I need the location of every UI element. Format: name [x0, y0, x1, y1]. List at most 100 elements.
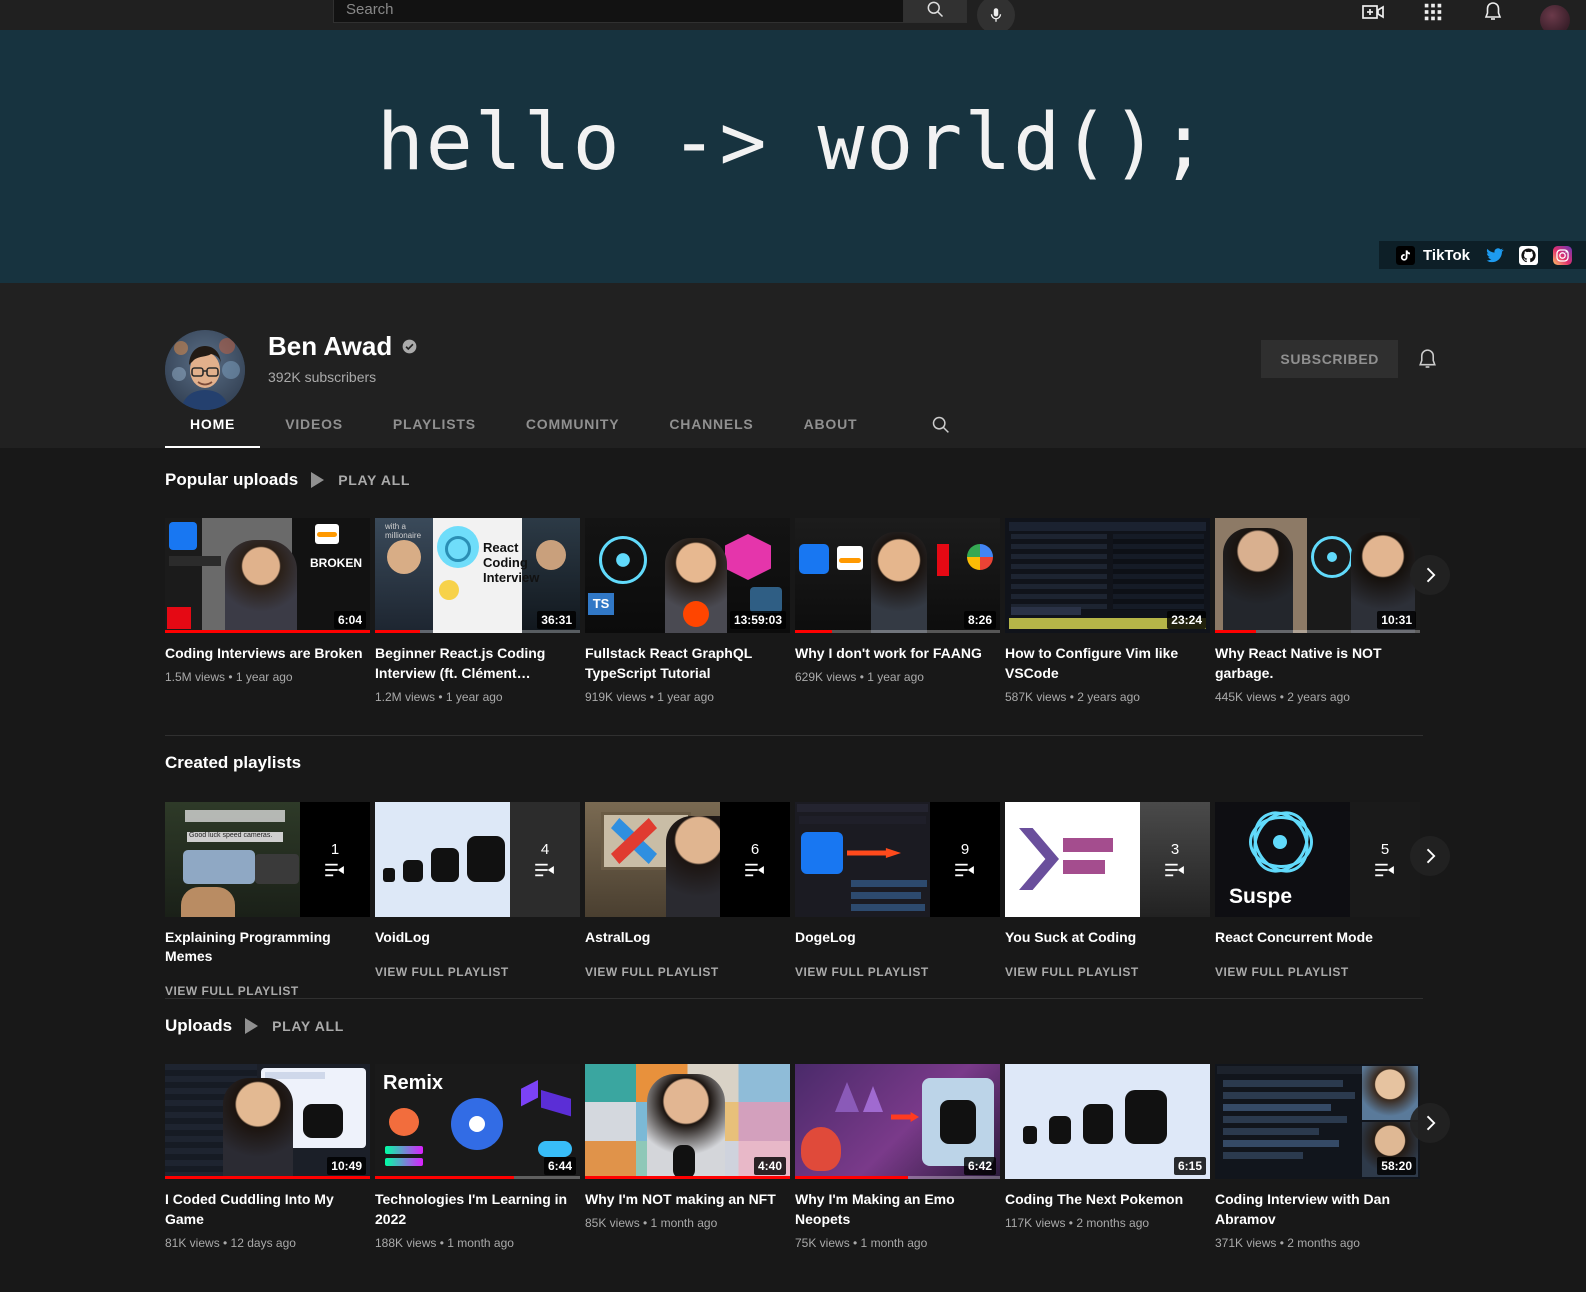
scroll-next-uploads-button[interactable]: [1410, 1103, 1450, 1143]
notifications-button[interactable]: [1480, 0, 1506, 25]
apps-grid-button[interactable]: [1420, 0, 1446, 25]
mic-icon: [990, 8, 1002, 22]
tab-playlists[interactable]: PLAYLISTS: [368, 400, 501, 448]
view-full-playlist-link[interactable]: VIEW FULL PLAYLIST: [1005, 965, 1210, 979]
video-card[interactable]: 10:49 I Coded Cuddling Into My Game 81K …: [165, 1064, 370, 1252]
view-full-playlist-link[interactable]: VIEW FULL PLAYLIST: [165, 984, 370, 998]
video-thumbnail[interactable]: 6:42: [795, 1064, 1000, 1179]
video-card[interactable]: Remix 6:44 Technologies I'm Learning in …: [375, 1064, 580, 1252]
top-bar: [0, 0, 1586, 35]
video-card[interactable]: React Coding Interview with a millionaire 3…: [375, 518, 580, 706]
tiktok-icon: [1395, 245, 1415, 265]
video-duration: 58:20: [1377, 1157, 1416, 1175]
video-thumbnail[interactable]: 10:31: [1215, 518, 1420, 633]
scroll-next-playlists-button[interactable]: [1410, 836, 1450, 876]
video-thumbnail[interactable]: TS 13:59:03: [585, 518, 790, 633]
video-thumbnail[interactable]: Remix 6:44: [375, 1064, 580, 1179]
playlist-card[interactable]: 9 DogeLog VIEW FULL PLAYLIST: [795, 802, 1000, 998]
bell-icon: [1418, 348, 1436, 368]
video-title: Why I'm Making an Emo Neopets: [795, 1191, 955, 1227]
playlist-count-overlay: 6: [720, 802, 790, 917]
video-thumbnail[interactable]: 10:49: [165, 1064, 370, 1179]
tab-community[interactable]: COMMUNITY: [501, 400, 645, 448]
video-card[interactable]: 6:42 Why I'm Making an Emo Neopets 75K v…: [795, 1064, 1000, 1252]
voice-search-button[interactable]: [977, 0, 1015, 34]
social-link-github[interactable]: [1518, 245, 1538, 265]
playlist-card[interactable]: Suspe 5 React Concurrent Mode VIEW FULL …: [1215, 802, 1420, 998]
video-card[interactable]: 58:20 Coding Interview with Dan Abramov …: [1215, 1064, 1420, 1252]
video-card[interactable]: 23:24 How to Configure Vim like VSCode 5…: [1005, 518, 1210, 706]
playlist-thumbnail[interactable]: 3: [1005, 802, 1210, 917]
video-title: Coding Interviews are Broken: [165, 645, 363, 661]
playlist-thumbnail[interactable]: Suspe 5: [1215, 802, 1420, 917]
search-icon: [932, 416, 949, 433]
playlist-thumbnail[interactable]: 4: [375, 802, 580, 917]
channel-avatar[interactable]: [165, 330, 245, 410]
search-button[interactable]: [903, 0, 967, 23]
video-thumbnail[interactable]: 6:15: [1005, 1064, 1210, 1179]
video-thumbnail[interactable]: React Coding Interview with a millionaire 3…: [375, 518, 580, 633]
video-title: Fullstack React GraphQL TypeScript Tutor…: [585, 645, 753, 681]
playlist-card[interactable]: 3 You Suck at Coding VIEW FULL PLAYLIST: [1005, 802, 1210, 998]
play-all-label: PLAY ALL: [338, 472, 411, 488]
video-duration: 13:59:03: [729, 611, 786, 629]
create-video-button[interactable]: [1360, 0, 1386, 25]
video-title: Technologies I'm Learning in 2022: [375, 1191, 568, 1227]
playlist-title: AstralLog: [585, 929, 651, 945]
search-input[interactable]: [333, 0, 903, 23]
social-label-tiktok: TikTok: [1423, 246, 1470, 264]
playlist-card[interactable]: Good luck speed cameras. 1 Explaining Pr…: [165, 802, 370, 998]
video-card[interactable]: 6:15 Coding The Next Pokemon 117K views …: [1005, 1064, 1210, 1252]
play-all-popular-button[interactable]: PLAY ALL: [311, 472, 410, 488]
tab-home[interactable]: HOME: [165, 400, 261, 448]
video-meta: 1.2M views • 1 year ago: [375, 690, 503, 704]
shelf-header: Created playlists: [165, 753, 1586, 773]
video-thumbnail[interactable]: 23:24: [1005, 518, 1210, 633]
subscribed-button[interactable]: SUBSCRIBED: [1261, 340, 1398, 378]
video-title: Coding Interview with Dan Abramov: [1215, 1191, 1391, 1227]
video-card[interactable]: 10:31 Why React Native is NOT garbage. 4…: [1215, 518, 1420, 706]
video-duration: 6:42: [963, 1157, 996, 1175]
shelf-divider: [165, 998, 1423, 999]
view-full-playlist-link[interactable]: VIEW FULL PLAYLIST: [1215, 965, 1420, 979]
tab-channels[interactable]: CHANNELS: [644, 400, 778, 448]
playlist-title: DogeLog: [795, 929, 856, 945]
view-full-playlist-link[interactable]: VIEW FULL PLAYLIST: [585, 965, 790, 979]
social-link-twitter[interactable]: [1484, 245, 1504, 265]
playlist-title: VoidLog: [375, 929, 430, 945]
video-duration: 6:04: [333, 611, 366, 629]
video-card[interactable]: 8:26 Why I don't work for FAANG 629K vie…: [795, 518, 1000, 706]
social-link-tiktok[interactable]: TikTok: [1395, 245, 1470, 265]
video-meta: 371K views • 2 months ago: [1215, 1236, 1360, 1250]
video-card[interactable]: 4:40 Why I'm NOT making an NFT 85K views…: [585, 1064, 790, 1252]
play-all-label: PLAY ALL: [272, 1018, 345, 1034]
playlist-card[interactable]: 4 VoidLog VIEW FULL PLAYLIST: [375, 802, 580, 998]
video-thumbnail[interactable]: 58:20: [1215, 1064, 1420, 1179]
channel-name-row: Ben Awad: [268, 331, 417, 362]
playlist-thumbnail[interactable]: Good luck speed cameras. 1: [165, 802, 370, 917]
video-title: I Coded Cuddling Into My Game: [165, 1191, 334, 1227]
video-thumbnail[interactable]: 4:40: [585, 1064, 790, 1179]
tab-about[interactable]: ABOUT: [779, 400, 883, 448]
play-all-uploads-button[interactable]: PLAY ALL: [245, 1018, 344, 1034]
shelf-created-playlists: Created playlists Good luck speed camera…: [0, 753, 1586, 999]
channel-search-button[interactable]: [929, 413, 951, 435]
view-full-playlist-link[interactable]: VIEW FULL PLAYLIST: [375, 965, 580, 979]
playlist-icon: [535, 863, 554, 877]
search-icon: [927, 1, 944, 18]
video-card[interactable]: BROKEN 6:04 Coding Interviews are Broken…: [165, 518, 370, 706]
video-card[interactable]: TS 13:59:03 Fullstack React GraphQL Type…: [585, 518, 790, 706]
video-title: Why React Native is NOT garbage.: [1215, 645, 1382, 681]
video-thumbnail[interactable]: BROKEN 6:04: [165, 518, 370, 633]
scroll-next-popular-button[interactable]: [1410, 555, 1450, 595]
tab-videos[interactable]: VIDEOS: [260, 400, 368, 448]
video-duration: 10:49: [327, 1157, 366, 1175]
video-thumbnail[interactable]: 8:26: [795, 518, 1000, 633]
view-full-playlist-link[interactable]: VIEW FULL PLAYLIST: [795, 965, 1000, 979]
watch-progress-bar: [375, 630, 580, 633]
playlist-card[interactable]: 6 AstralLog VIEW FULL PLAYLIST: [585, 802, 790, 998]
channel-notifications-button[interactable]: [1414, 346, 1440, 372]
playlist-thumbnail[interactable]: 6: [585, 802, 790, 917]
social-link-instagram[interactable]: [1552, 245, 1572, 265]
playlist-thumbnail[interactable]: 9: [795, 802, 1000, 917]
